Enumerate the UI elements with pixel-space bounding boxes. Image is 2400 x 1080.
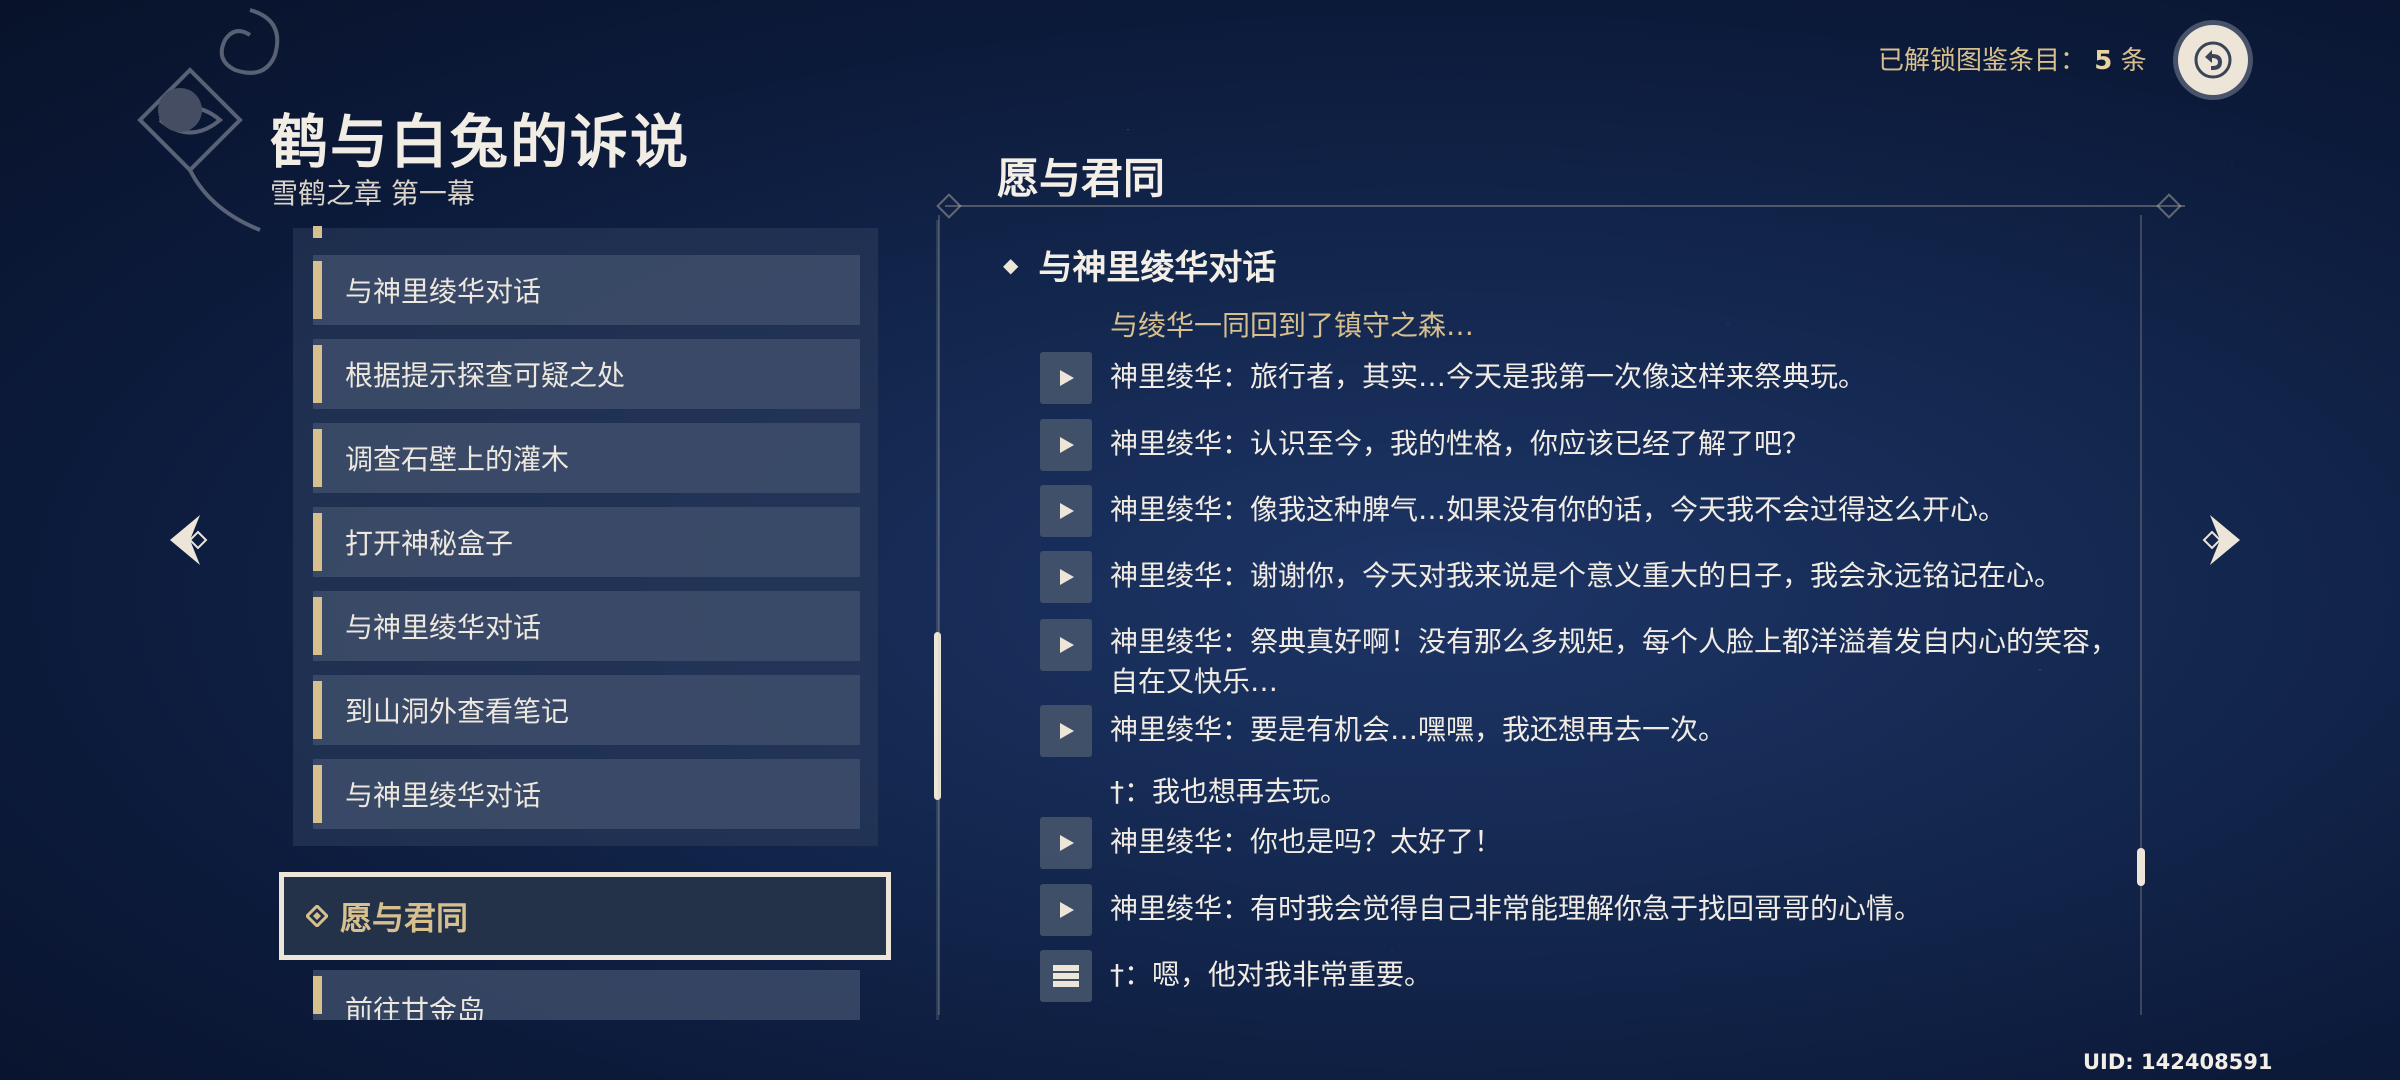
dialogue-text: 神里绫华：谢谢你，今天对我来说是个意义重大的日子，我会永远铭记在心。 <box>1110 559 2063 592</box>
list-item[interactable]: 与神里绫华对话 <box>313 759 860 829</box>
list-item[interactable]: 打开神秘盒子 <box>313 507 860 577</box>
play-icon <box>1060 902 1074 918</box>
divider-ornament <box>2156 193 2182 219</box>
back-button[interactable] <box>2178 25 2248 95</box>
list-item-label: 与神里绫华对话 <box>345 275 542 308</box>
list-item[interactable]: 调查石壁上的灌木 <box>313 423 860 493</box>
play-icon <box>1060 637 1074 653</box>
unlocked-entries-counter: 已解锁图鉴条目： 5 条 <box>1878 40 2147 77</box>
quest-heading-text: 与神里绫华对话 <box>1038 248 1277 288</box>
list-item-marker <box>313 345 322 403</box>
list-item[interactable]: 前往甘金岛 <box>313 970 860 1020</box>
diamond-bullet-icon: ◆ <box>1003 252 1019 277</box>
dialogue-line: 神里绫华：谢谢你，今天对我来说是个意义重大的日子，我会永远铭记在心。 <box>1040 551 2130 603</box>
dialogue-text: 神里绫华：有时我会觉得自己非常能理解你急于找回哥哥的心情。 <box>1110 892 1923 925</box>
player-option: †：我也想再去玩。 <box>1110 775 1349 808</box>
dialogue-line: 神里绫华：要是有机会…嘿嘿，我还想再去一次。 <box>1040 705 2130 757</box>
play-icon <box>1060 723 1074 739</box>
dialogue-text: 神里绫华：认识至今，我的性格，你应该已经了解了吧？ <box>1110 427 1811 460</box>
play-voice-button[interactable] <box>1040 619 1092 671</box>
event-title: 鹤与白兔的诉说 <box>270 108 691 176</box>
dialogue-line: †：嗯，他对我非常重要。 <box>1040 950 2130 1002</box>
content-frame-left <box>938 215 940 1015</box>
play-voice-button[interactable] <box>1040 551 1092 603</box>
dialogue-line: 神里绫华：你也是吗？太好了！ <box>1040 817 2130 869</box>
play-icon <box>1060 503 1074 519</box>
list-item[interactable]: 根据提示探查可疑之处 <box>313 339 860 409</box>
back-arrow-icon <box>2194 41 2232 79</box>
play-voice-button[interactable] <box>1040 485 1092 537</box>
list-item-marker <box>313 681 322 739</box>
chapter-subtitle: 雪鹤之章 第一幕 <box>270 177 475 210</box>
list-item-marker <box>313 429 322 487</box>
selected-quest-label: 愿与君同 <box>340 899 469 937</box>
list-item-partial <box>313 226 322 238</box>
play-voice-button[interactable] <box>1040 817 1092 869</box>
play-voice-button[interactable] <box>1040 352 1092 404</box>
dialogue-line: 神里绫华：旅行者，其实…今天是我第一次像这样来祭典玩。 <box>1040 352 2130 404</box>
list-item-marker <box>313 261 322 319</box>
dialogue-line: 神里绫华：祭典真好啊！没有那么多规矩，每个人脸上都洋溢着发自内心的笑容，自在又快… <box>1040 617 2130 702</box>
dialogue-text: 神里绫华：你也是吗？太好了！ <box>1110 825 1503 858</box>
dialogue-line: 神里绫华：有时我会觉得自己非常能理解你急于找回哥哥的心情。 <box>1040 884 2130 936</box>
play-voice-button[interactable] <box>1040 419 1092 471</box>
list-item[interactable]: 与神里绫华对话 <box>313 591 860 661</box>
book-icon <box>1053 965 1079 987</box>
list-item[interactable]: 与神里绫华对话 <box>313 255 860 325</box>
divider-ornament <box>936 193 962 219</box>
narration-text: 与绫华一同回到了镇守之森… <box>1110 309 1475 342</box>
play-icon <box>1060 370 1074 386</box>
list-item-marker <box>313 513 322 571</box>
list-item-label: 根据提示探查可疑之处 <box>345 359 626 392</box>
title-divider <box>945 205 2185 207</box>
play-icon <box>1060 835 1074 851</box>
list-item-label: 与神里绫华对话 <box>345 779 542 812</box>
dialogue-line: 神里绫华：认识至今，我的性格，你应该已经了解了吧？ <box>1040 419 2130 471</box>
dialogue-text: 神里绫华：旅行者，其实…今天是我第一次像这样来祭典玩。 <box>1110 360 1867 393</box>
chevron-right-icon[interactable] <box>2190 510 2250 570</box>
content-scrollbar-thumb[interactable] <box>2137 848 2145 886</box>
list-item-label: 到山洞外查看笔记 <box>345 695 570 728</box>
play-icon <box>1060 437 1074 453</box>
quest-heading: ◆ 与神里绫华对话 <box>1003 240 1276 289</box>
list-item-label: 与神里绫华对话 <box>345 611 542 644</box>
list-item[interactable]: 到山洞外查看笔记 <box>313 675 860 745</box>
player-uid: UID: 142408591 <box>2083 1050 2273 1074</box>
list-item-label: 打开神秘盒子 <box>345 527 514 560</box>
unlocked-count: 5 <box>2094 46 2113 76</box>
dialogue-text: 神里绫华：祭典真好啊！没有那么多规矩，每个人脸上都洋溢着发自内心的笑容，自在又快… <box>1110 625 2119 698</box>
dialogue-line: 神里绫华：像我这种脾气…如果没有你的话，今天我不会过得这么开心。 <box>1040 485 2130 537</box>
player-option: †：嗯，他对我非常重要。 <box>1110 958 1433 991</box>
unlocked-label: 已解锁图鉴条目： <box>1878 46 2087 76</box>
chevron-left-icon[interactable] <box>160 510 220 570</box>
list-item-label: 前往甘金岛 <box>345 994 486 1020</box>
unlocked-unit: 条 <box>2120 46 2147 76</box>
book-button[interactable] <box>1040 950 1092 1002</box>
play-icon <box>1060 569 1074 585</box>
list-item-label: 调查石壁上的灌木 <box>345 443 570 476</box>
dialogue-text: 神里绫华：像我这种脾气…如果没有你的话，今天我不会过得这么开心。 <box>1110 493 2007 526</box>
list-item-marker <box>313 597 322 655</box>
list-item-marker <box>313 765 322 823</box>
play-voice-button[interactable] <box>1040 705 1092 757</box>
content-scrollbar-track[interactable] <box>2140 215 2142 1015</box>
list-item-marker <box>313 976 322 1014</box>
quest-diamond-icon <box>304 903 330 929</box>
play-voice-button[interactable] <box>1040 884 1092 936</box>
dialogue-text: 神里绫华：要是有机会…嘿嘿，我还想再去一次。 <box>1110 713 1727 746</box>
section-title: 愿与君同 <box>997 154 1166 203</box>
selected-quest-item[interactable]: 愿与君同 <box>279 872 891 960</box>
